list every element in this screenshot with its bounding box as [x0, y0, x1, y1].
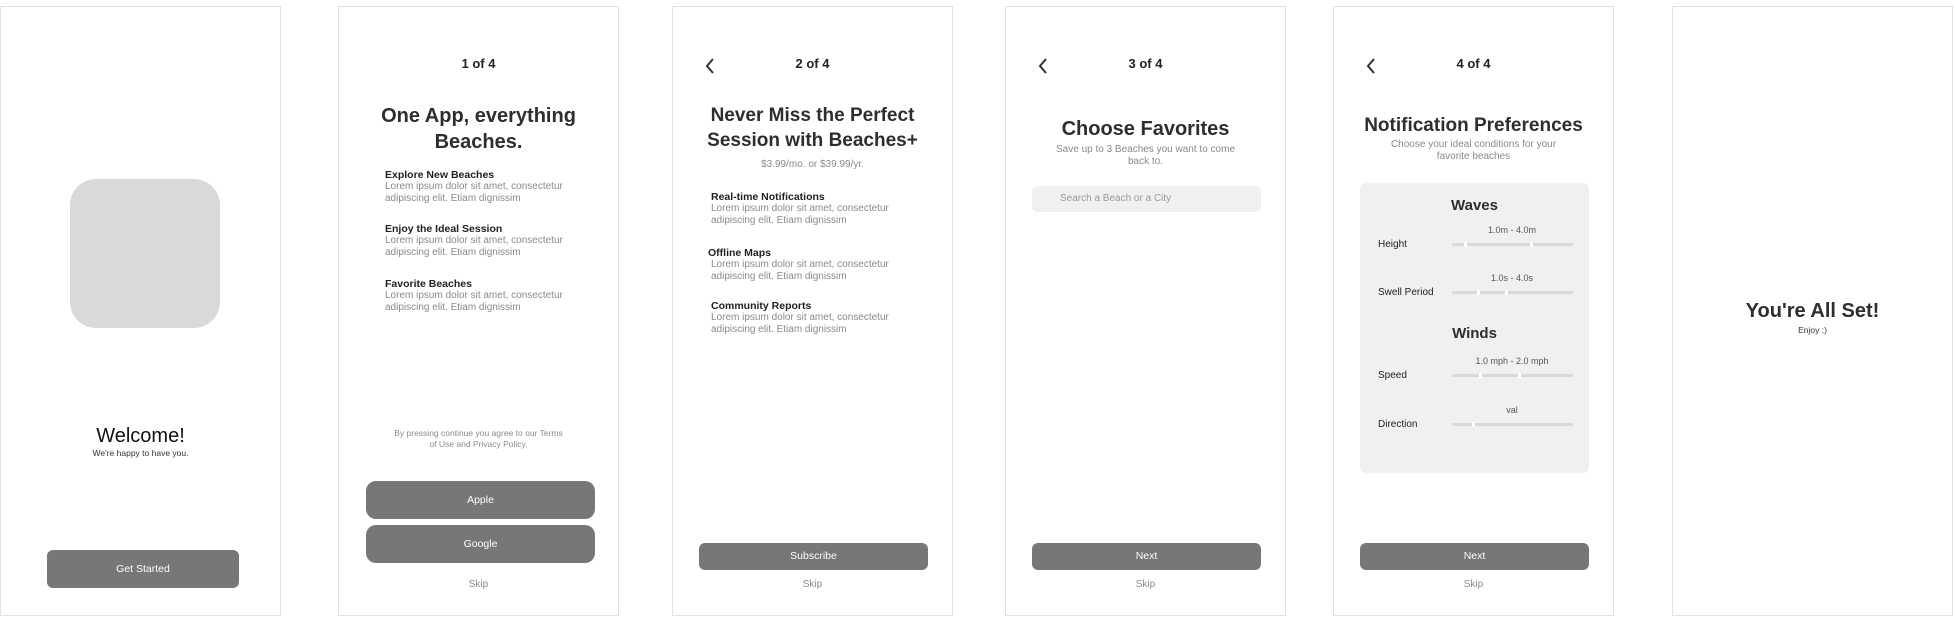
feature-title: Explore New Beaches: [385, 169, 495, 181]
screen-title-line2: Beaches.: [434, 131, 523, 153]
direction-label: Direction: [1378, 419, 1418, 430]
get-started-button[interactable]: Get Started: [47, 550, 239, 588]
screen-title-line1: One App, everything: [381, 105, 576, 127]
google-signin-button[interactable]: Google: [366, 525, 595, 563]
welcome-screen: Welcome! We're happy to have you. Get St…: [0, 6, 281, 616]
skip-link[interactable]: Skip: [339, 579, 618, 590]
direction-value: val: [1506, 405, 1518, 415]
slider-handle[interactable]: [1477, 290, 1480, 295]
feature-description: Lorem ipsum dolor sit amet, consectetur …: [385, 235, 563, 258]
screen-title-line1: Never Miss the Perfect: [710, 105, 915, 126]
feature-item: Community Reports Lorem ipsum dolor sit …: [711, 300, 921, 336]
welcome-title: Welcome!: [96, 425, 185, 447]
onboarding-screen-4: 4 of 4 Notification Preferences Choose y…: [1333, 6, 1614, 616]
direction-slider[interactable]: [1452, 422, 1573, 427]
apple-signin-button[interactable]: Apple: [366, 481, 595, 519]
all-set-subtitle: Enjoy :): [1798, 325, 1827, 335]
swell-period-range-slider[interactable]: [1452, 290, 1573, 295]
all-set-title: You're All Set!: [1745, 300, 1880, 322]
feature-description: Lorem ipsum dolor sit amet, consectetur …: [385, 290, 563, 313]
next-button[interactable]: Next: [1032, 543, 1261, 570]
winds-section-title: Winds: [1452, 325, 1497, 342]
beach-search-input[interactable]: [1032, 186, 1261, 212]
feature-item: Enjoy the Ideal Session Lorem ipsum dolo…: [385, 223, 595, 259]
screen-title: Choose Favorites: [1061, 118, 1230, 140]
step-indicator: 1 of 4: [461, 56, 496, 71]
slider-handle[interactable]: [1505, 290, 1508, 295]
screen-subtitle-line2: back to.: [1127, 156, 1164, 167]
screen-subtitle-line2: favorite beaches: [1436, 151, 1511, 162]
speed-range-slider[interactable]: [1452, 373, 1573, 378]
slider-handle[interactable]: [1530, 242, 1533, 247]
app-logo-placeholder: [70, 179, 220, 328]
feature-title: Community Reports: [711, 300, 812, 312]
subscribe-button[interactable]: Subscribe: [699, 543, 928, 570]
terms-text-line1: By pressing continue you agree to our Te…: [394, 428, 563, 438]
feature-item: Real-time Notifications Lorem ipsum dolo…: [711, 191, 921, 227]
height-label: Height: [1378, 239, 1407, 250]
price-text: $3.99/mo. or $39.99/yr.: [761, 159, 864, 170]
height-range-slider[interactable]: [1452, 242, 1573, 247]
feature-description: Lorem ipsum dolor sit amet, consectetur …: [711, 259, 889, 282]
welcome-subtitle: We're happy to have you.: [92, 448, 189, 458]
feature-title: Offline Maps: [708, 247, 772, 259]
feature-item: Explore New Beaches Lorem ipsum dolor si…: [385, 169, 595, 205]
feature-item: Favorite Beaches Lorem ipsum dolor sit a…: [385, 278, 595, 314]
step-indicator: 4 of 4: [1456, 56, 1491, 71]
skip-link[interactable]: Skip: [1334, 579, 1613, 590]
screen-subtitle-line1: Choose your ideal conditions for your: [1390, 139, 1557, 150]
feature-description: Lorem ipsum dolor sit amet, consectetur …: [711, 203, 889, 226]
screen-subtitle-line1: Save up to 3 Beaches you want to come: [1056, 144, 1235, 155]
screen-title-line2: Session with Beaches+: [707, 130, 918, 151]
feature-description: Lorem ipsum dolor sit amet, consectetur …: [711, 312, 889, 335]
feature-title: Real-time Notifications: [711, 191, 825, 203]
slider-handle[interactable]: [1464, 242, 1467, 247]
onboarding-screen-3: 3 of 4 Choose Favorites Save up to 3 Bea…: [1005, 6, 1286, 616]
step-indicator: 2 of 4: [795, 56, 830, 71]
terms-text-line2: of Use and Privacy Policy.: [429, 439, 528, 449]
waves-section-title: Waves: [1451, 197, 1498, 214]
slider-handle[interactable]: [1479, 373, 1482, 378]
skip-link[interactable]: Skip: [1006, 579, 1285, 590]
swell-period-range-value: 1.0s - 4.0s: [1490, 273, 1534, 283]
onboarding-screen-2: 2 of 4 Never Miss the Perfect Session wi…: [672, 6, 953, 616]
feature-description: Lorem ipsum dolor sit amet, consectetur …: [385, 181, 563, 204]
feature-item: Offline Maps Lorem ipsum dolor sit amet,…: [708, 247, 921, 283]
all-set-screen: You're All Set! Enjoy :): [1672, 6, 1953, 616]
screen-title: Notification Preferences: [1364, 115, 1583, 136]
feature-title: Favorite Beaches: [385, 278, 472, 290]
skip-link[interactable]: Skip: [673, 579, 952, 590]
speed-label: Speed: [1378, 370, 1407, 381]
speed-range-value: 1.0 mph - 2.0 mph: [1475, 356, 1549, 366]
next-button[interactable]: Next: [1360, 543, 1589, 570]
onboarding-screen-1: 1 of 4 One App, everything Beaches. Expl…: [338, 6, 619, 616]
slider-handle[interactable]: [1518, 373, 1521, 378]
slider-handle[interactable]: [1472, 422, 1475, 427]
preferences-panel: Waves Height 1.0m - 4.0m Swell Period 1.…: [1360, 183, 1589, 473]
height-range-value: 1.0m - 4.0m: [1487, 225, 1536, 235]
step-indicator: 3 of 4: [1128, 56, 1163, 71]
feature-title: Enjoy the Ideal Session: [385, 223, 503, 235]
swell-period-label: Swell Period: [1378, 287, 1434, 298]
